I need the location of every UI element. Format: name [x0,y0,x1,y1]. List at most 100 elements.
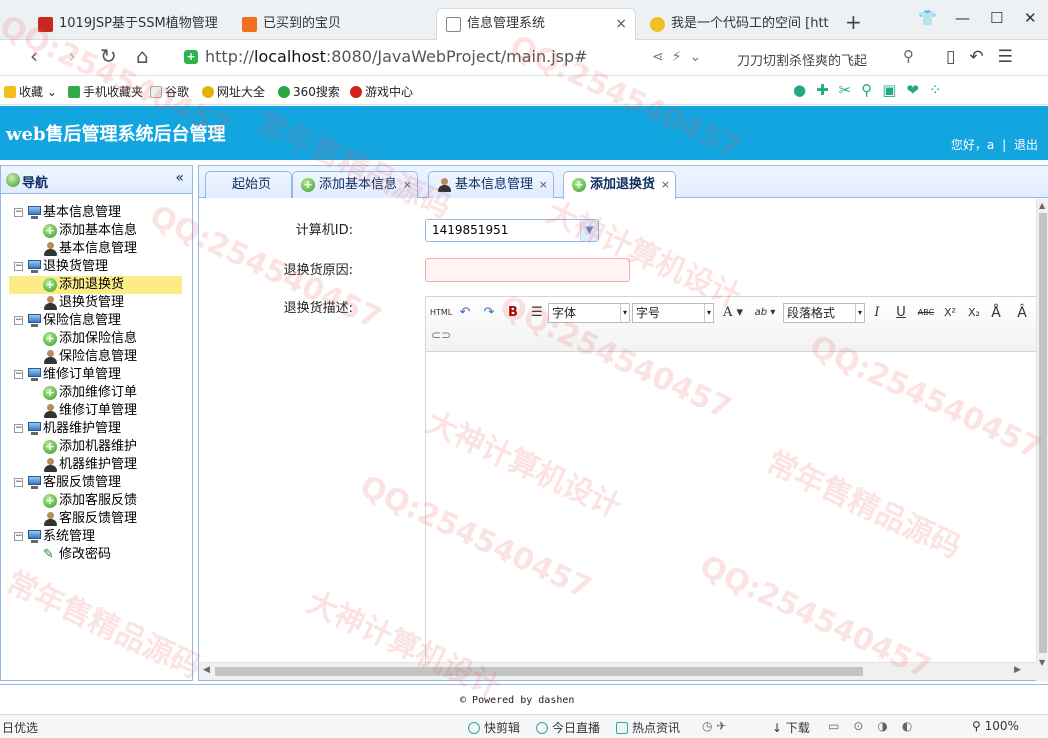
nav-group[interactable]: − 客服反馈管理 [1,474,192,492]
browser-tab-2[interactable]: 信息管理系统 × [436,8,636,40]
maximize-icon[interactable]: ☐ [990,9,1003,27]
tree-toggle-icon[interactable]: − [14,424,23,433]
font-color-button[interactable]: A ▾ [720,303,746,323]
font-family-select[interactable]: 字体 ▾ [548,303,630,323]
zoom-level[interactable]: ⚲ 100% [972,719,1019,733]
nav-item[interactable]: + 添加保险信息 [1,330,192,348]
browser-tab-1[interactable]: 已买到的宝贝 [232,8,432,40]
status-item-news[interactable]: 热点资讯 [616,719,680,736]
status-tool-icons[interactable]: ◷ ✈ [702,719,726,733]
clear-style-icon[interactable]: Â [1012,303,1032,323]
skin-icon[interactable]: 👕 [918,9,937,27]
scroll-up-icon[interactable]: ▲ [1039,201,1045,210]
status-item-live[interactable]: 今日直播 [536,719,600,736]
scroll-right-icon[interactable]: ▶ [1014,665,1021,675]
nav-group[interactable]: − 退换货管理 [1,258,192,276]
vertical-scrollbar[interactable]: ▲ ▼ [1036,199,1048,681]
italic-button[interactable]: I [868,303,886,323]
bookmark-favorites[interactable]: 收藏 ⌄ [4,83,57,100]
tree-toggle-icon[interactable]: − [14,316,23,325]
nav-group[interactable]: − 机器维护管理 [1,420,192,438]
horizontal-scrollbar[interactable]: ◀ ▶ [199,662,1037,680]
tab-add-return[interactable]: + 添加退换货 × [563,171,677,199]
new-tab-button[interactable]: + [845,10,862,34]
superscript-button[interactable]: X² [940,303,960,323]
tree-toggle-icon[interactable]: − [14,478,23,487]
paragraph-format-select[interactable]: 段落格式 ▾ [783,303,865,323]
tab-close-icon[interactable]: × [615,9,627,39]
status-item-youxuan[interactable]: 日优选 [2,719,38,736]
address-bar[interactable]: + http://localhost:8080/JavaWebProject/m… [180,45,720,71]
nav-item[interactable]: 客服反馈管理 [1,510,192,528]
nav-group[interactable]: − 系统管理 [1,528,192,546]
browser-tab-3[interactable]: 我是一个代码工的空间 [htt [640,8,840,40]
back-icon[interactable]: ‹ [30,44,38,68]
forward-icon[interactable]: › [68,44,76,68]
bookmark-mobile[interactable]: 手机收藏夹 [68,83,143,100]
search-suggestion[interactable]: 刀刀切割杀怪爽的飞起 [737,50,867,69]
clear-format-icon[interactable]: ☰ [528,303,546,323]
redo-icon[interactable]: ↷ [480,303,498,323]
toolbar-icons[interactable]: ▯↶☰ [946,47,1027,67]
computer-id-select[interactable]: 1419851951 ▼ [425,219,599,242]
nav-item[interactable]: + 添加维修订单 [1,384,192,402]
collapse-panel-icon[interactable]: « [175,170,184,186]
tab-close-icon[interactable]: × [661,172,670,197]
nav-group[interactable]: − 保险信息管理 [1,312,192,330]
nav-item[interactable]: 基本信息管理 [1,240,192,258]
search-icon[interactable]: ⚲ [903,47,914,65]
logout-link[interactable]: 退出 [1014,138,1038,152]
tab-start-page[interactable]: 起始页 [205,171,293,198]
nav-group[interactable]: − 维修订单管理 [1,366,192,384]
share-flash-icons[interactable]: ⋖⚡⌄ [652,49,709,65]
nav-item[interactable]: + 添加退换货 [9,276,182,294]
subscript-button[interactable]: X₂ [964,303,984,323]
tab-add-basic-info[interactable]: + 添加基本信息 × [292,171,419,198]
highlight-color-button[interactable]: ab ▾ [750,303,780,323]
bold-button[interactable]: B [504,303,522,323]
format-painter-icon[interactable]: Å [986,303,1006,323]
tab-basic-info-manage[interactable]: 基本信息管理 × [428,171,555,198]
window-close-icon[interactable]: ✕ [1024,9,1037,27]
home-icon[interactable]: ⌂ [136,44,149,68]
nav-item[interactable]: 保险信息管理 [1,348,192,366]
link-icon[interactable]: ⊂⊃ [430,325,452,345]
tree-toggle-icon[interactable]: − [14,532,23,541]
nav-item[interactable]: 机器维护管理 [1,456,192,474]
bookmark-hao[interactable]: 网址大全 [202,83,265,100]
bookmark-google[interactable]: 谷歌 [150,83,189,100]
tab-close-icon[interactable]: × [539,172,548,197]
strikethrough-button[interactable]: ABC [914,303,938,323]
html-source-button[interactable]: HTML [430,303,452,323]
scroll-down-icon[interactable]: ▼ [1039,658,1045,667]
nav-item[interactable]: + 添加基本信息 [1,222,192,240]
nav-item[interactable]: + 添加机器维护 [1,438,192,456]
chevron-down-icon[interactable]: ▼ [580,220,598,241]
status-misc-icons[interactable]: ▭⊙◑◐ [828,719,926,733]
tree-toggle-icon[interactable]: − [14,208,23,217]
undo-icon[interactable]: ↶ [456,303,474,323]
nav-item[interactable]: + 添加客服反馈 [1,492,192,510]
horizontal-scroll-thumb[interactable] [215,667,863,676]
tree-toggle-icon[interactable]: − [14,262,23,271]
font-size-select[interactable]: 字号 ▾ [632,303,714,323]
vertical-scroll-thumb[interactable] [1039,213,1047,653]
scroll-left-icon[interactable]: ◀ [203,665,210,675]
tab-close-icon[interactable]: × [403,172,412,197]
status-item-download[interactable]: ↓ 下载 [772,719,810,736]
bookmark-360-search[interactable]: 360搜索 [278,83,340,100]
browser-tab-0[interactable]: 1019JSP基于SSM植物管理 [28,8,228,40]
minimize-icon[interactable]: — [955,9,970,27]
reload-icon[interactable]: ↻ [100,44,117,68]
bookmark-games[interactable]: 游戏中心 [350,83,413,100]
underline-button[interactable]: U [892,303,910,323]
reason-input[interactable] [425,258,630,282]
nav-group[interactable]: − 基本信息管理 [1,204,192,222]
tree-toggle-icon[interactable]: − [14,370,23,379]
extension-icons[interactable]: ●✚✂⚲▣❤⁘ [793,81,952,99]
nav-item[interactable]: 退换货管理 [1,294,192,312]
nav-item[interactable]: 维修订单管理 [1,402,192,420]
status-item-kuaijianji[interactable]: 快剪辑 [468,719,520,736]
nav-item[interactable]: ✎ 修改密码 [1,546,192,564]
url-text[interactable]: http://localhost:8080/JavaWebProject/mai… [205,47,588,66]
